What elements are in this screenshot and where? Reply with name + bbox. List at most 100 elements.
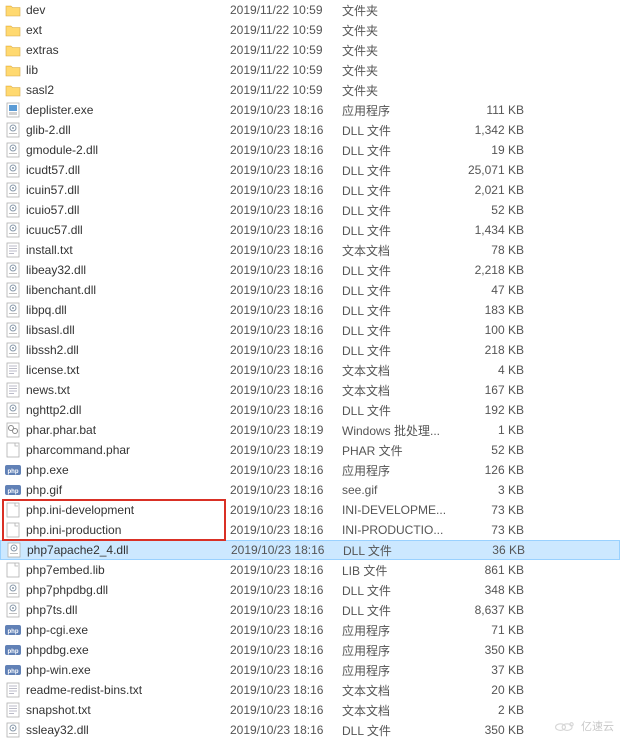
file-row[interactable]: readme-redist-bins.txt2019/10/23 18:16文本… — [0, 680, 620, 700]
file-date: 2019/10/23 18:16 — [230, 483, 342, 497]
file-name: icudt57.dll — [22, 163, 230, 177]
file-type: DLL 文件 — [342, 342, 460, 359]
php-icon: php — [4, 482, 22, 498]
file-date: 2019/10/23 18:16 — [230, 303, 342, 317]
file-row[interactable]: phpphpdbg.exe2019/10/23 18:16应用程序350 KB — [0, 640, 620, 660]
file-size: 36 KB — [461, 543, 531, 557]
file-row[interactable]: sasl22019/11/22 10:59文件夹 — [0, 80, 620, 100]
file-type: 文件夹 — [342, 82, 460, 99]
file-size: 71 KB — [460, 623, 530, 637]
file-date: 2019/10/23 18:16 — [230, 623, 342, 637]
file-name: php7ts.dll — [22, 603, 230, 617]
file-row[interactable]: libeay32.dll2019/10/23 18:16DLL 文件2,218 … — [0, 260, 620, 280]
file-row[interactable]: phpphp-cgi.exe2019/10/23 18:16应用程序71 KB — [0, 620, 620, 640]
file-row[interactable]: phar.phar.bat2019/10/23 18:19Windows 批处理… — [0, 420, 620, 440]
file-row[interactable]: deplister.exe2019/10/23 18:16应用程序111 KB — [0, 100, 620, 120]
file-row[interactable]: install.txt2019/10/23 18:16文本文档78 KB — [0, 240, 620, 260]
file-icon — [4, 522, 22, 538]
file-date: 2019/10/23 18:16 — [230, 203, 342, 217]
file-size: 100 KB — [460, 323, 530, 337]
file-row[interactable]: php7phpdbg.dll2019/10/23 18:16DLL 文件348 … — [0, 580, 620, 600]
file-name: readme-redist-bins.txt — [22, 683, 230, 697]
file-date: 2019/10/23 18:16 — [230, 703, 342, 717]
file-row[interactable]: libssh2.dll2019/10/23 18:16DLL 文件218 KB — [0, 340, 620, 360]
svg-text:php: php — [8, 489, 19, 495]
file-date: 2019/10/23 18:16 — [230, 683, 342, 697]
file-type: PHAR 文件 — [342, 442, 460, 459]
php-icon: php — [4, 622, 22, 638]
file-row[interactable]: glib-2.dll2019/10/23 18:16DLL 文件1,342 KB — [0, 120, 620, 140]
file-row[interactable]: libpq.dll2019/10/23 18:16DLL 文件183 KB — [0, 300, 620, 320]
file-type: 文件夹 — [342, 22, 460, 39]
dll-icon — [4, 202, 22, 218]
file-row[interactable]: ext2019/11/22 10:59文件夹 — [0, 20, 620, 40]
file-size: 183 KB — [460, 303, 530, 317]
file-date: 2019/10/23 18:16 — [230, 723, 342, 737]
file-row[interactable]: extras2019/11/22 10:59文件夹 — [0, 40, 620, 60]
file-size: 2 KB — [460, 703, 530, 717]
dll-icon — [4, 142, 22, 158]
file-date: 2019/10/23 18:16 — [230, 263, 342, 277]
file-type: 应用程序 — [342, 102, 460, 119]
php-icon: php — [4, 662, 22, 678]
file-date: 2019/10/23 18:16 — [230, 343, 342, 357]
file-row[interactable]: pharcommand.phar2019/10/23 18:19PHAR 文件5… — [0, 440, 620, 460]
file-date: 2019/10/23 18:16 — [230, 383, 342, 397]
file-type: 文本文档 — [342, 362, 460, 379]
file-row[interactable]: libsasl.dll2019/10/23 18:16DLL 文件100 KB — [0, 320, 620, 340]
txt-icon — [4, 362, 22, 378]
file-row[interactable]: news.txt2019/10/23 18:16文本文档167 KB — [0, 380, 620, 400]
file-row[interactable]: gmodule-2.dll2019/10/23 18:16DLL 文件19 KB — [0, 140, 620, 160]
file-type: 文本文档 — [342, 242, 460, 259]
file-row[interactable]: php7embed.lib2019/10/23 18:16LIB 文件861 K… — [0, 560, 620, 580]
dll-icon — [4, 722, 22, 738]
file-size: 861 KB — [460, 563, 530, 577]
file-size: 126 KB — [460, 463, 530, 477]
file-size: 2,021 KB — [460, 183, 530, 197]
file-row[interactable]: snapshot.txt2019/10/23 18:16文本文档2 KB — [0, 700, 620, 720]
file-name: phar.phar.bat — [22, 423, 230, 437]
file-date: 2019/10/23 18:16 — [230, 363, 342, 377]
file-row[interactable]: lib2019/11/22 10:59文件夹 — [0, 60, 620, 80]
file-size: 37 KB — [460, 663, 530, 677]
file-row[interactable]: phpphp.exe2019/10/23 18:16应用程序126 KB — [0, 460, 620, 480]
file-row[interactable]: icuio57.dll2019/10/23 18:16DLL 文件52 KB — [0, 200, 620, 220]
file-row[interactable]: php7apache2_4.dll2019/10/23 18:16DLL 文件3… — [0, 540, 620, 560]
file-size: 2,218 KB — [460, 263, 530, 277]
file-date: 2019/10/23 18:16 — [230, 503, 342, 517]
file-size: 192 KB — [460, 403, 530, 417]
exe-icon — [4, 102, 22, 118]
file-icon — [4, 442, 22, 458]
file-size: 47 KB — [460, 283, 530, 297]
file-row[interactable]: nghttp2.dll2019/10/23 18:16DLL 文件192 KB — [0, 400, 620, 420]
file-row[interactable]: license.txt2019/10/23 18:16文本文档4 KB — [0, 360, 620, 380]
svg-text:php: php — [8, 629, 19, 635]
file-row[interactable]: php.ini-production2019/10/23 18:16INI-PR… — [0, 520, 620, 540]
file-name: nghttp2.dll — [22, 403, 230, 417]
file-row[interactable]: icudt57.dll2019/10/23 18:16DLL 文件25,071 … — [0, 160, 620, 180]
file-row[interactable]: phpphp.gif2019/10/23 18:16see.gif3 KB — [0, 480, 620, 500]
file-date: 2019/11/22 10:59 — [230, 3, 342, 17]
dll-icon — [5, 542, 23, 558]
php-icon: php — [4, 462, 22, 478]
dll-icon — [4, 282, 22, 298]
file-date: 2019/10/23 18:16 — [230, 563, 342, 577]
file-row[interactable]: php7ts.dll2019/10/23 18:16DLL 文件8,637 KB — [0, 600, 620, 620]
svg-text:php: php — [8, 649, 19, 655]
file-size: 348 KB — [460, 583, 530, 597]
dll-icon — [4, 162, 22, 178]
file-name: php.gif — [22, 483, 230, 497]
file-row[interactable]: icuuc57.dll2019/10/23 18:16DLL 文件1,434 K… — [0, 220, 620, 240]
file-icon — [4, 502, 22, 518]
file-row[interactable]: phpphp-win.exe2019/10/23 18:16应用程序37 KB — [0, 660, 620, 680]
file-row[interactable]: php.ini-development2019/10/23 18:16INI-D… — [0, 500, 620, 520]
file-date: 2019/10/23 18:16 — [230, 183, 342, 197]
file-row[interactable]: icuin57.dll2019/10/23 18:16DLL 文件2,021 K… — [0, 180, 620, 200]
file-row[interactable]: dev2019/11/22 10:59文件夹 — [0, 0, 620, 20]
file-row[interactable]: ssleay32.dll2019/10/23 18:16DLL 文件350 KB — [0, 720, 620, 740]
file-date: 2019/10/23 18:16 — [230, 583, 342, 597]
file-row[interactable]: libenchant.dll2019/10/23 18:16DLL 文件47 K… — [0, 280, 620, 300]
txt-icon — [4, 682, 22, 698]
file-size: 52 KB — [460, 443, 530, 457]
file-name: libssh2.dll — [22, 343, 230, 357]
